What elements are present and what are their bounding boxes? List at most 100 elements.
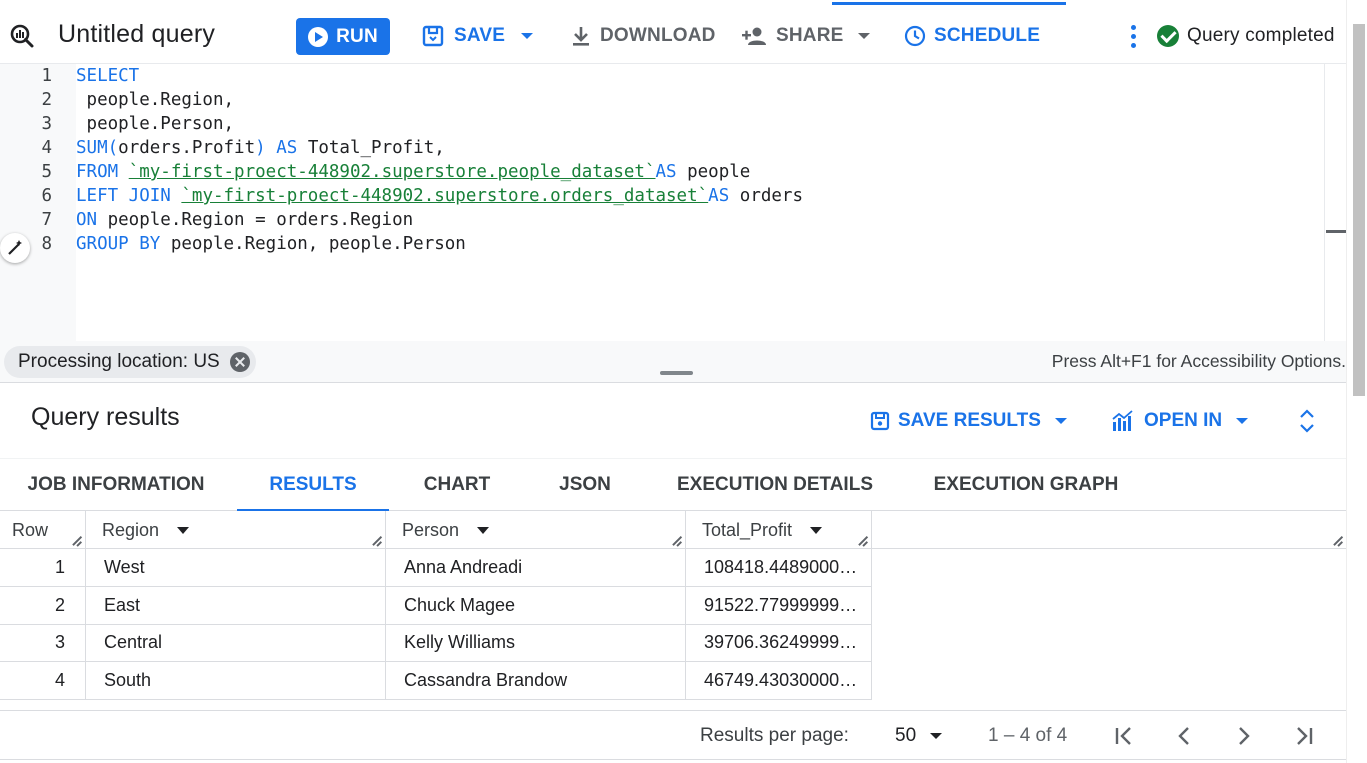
code-line: LEFT JOIN `my-first-proect-448902.supers… (76, 184, 804, 208)
chevron-down-icon (521, 33, 534, 39)
code-line: SUM(orders.Profit) AS Total_Profit, (76, 138, 445, 158)
more-options-button[interactable] (1124, 18, 1142, 54)
status-text: Query completed (1187, 25, 1335, 46)
save-results-label: SAVE RESULTS (898, 410, 1041, 431)
table-row[interactable]: 3 Central Kelly Williams 39706.36249999… (0, 624, 872, 662)
schedule-button[interactable]: SCHEDULE (904, 18, 1040, 54)
add-person-icon (742, 27, 766, 45)
results-per-page-label: Results per page: (700, 725, 849, 746)
results-tabs: JOB INFORMATION RESULTS CHART JSON EXECU… (0, 458, 1346, 512)
tab-json[interactable]: JSON (540, 459, 630, 511)
chevron-down-icon (930, 733, 943, 739)
more-vert-icon (1130, 24, 1136, 48)
last-page-button[interactable] (1291, 723, 1317, 749)
column-header-total-profit[interactable]: Total_Profit (686, 511, 872, 549)
sql-editor[interactable]: 1 2 3 4 5 6 7 8 SELECT people.Region, pe… (0, 64, 1346, 341)
table-row[interactable]: 4 South Cassandra Brandow 46749.43030000… (0, 662, 872, 700)
pagination-bar: Results per page: 50 1 – 4 of 4 (0, 710, 1346, 760)
next-page-button[interactable] (1231, 723, 1257, 749)
column-resize-icon[interactable] (71, 535, 81, 545)
accessibility-hint: Press Alt+F1 for Accessibility Options. (1051, 351, 1346, 371)
scrollbar-thumb[interactable] (1353, 24, 1365, 396)
column-resize-icon[interactable] (671, 535, 681, 545)
chevron-left-icon (1178, 727, 1189, 745)
code-line: people.Region, (76, 90, 235, 110)
chevron-down-icon (857, 33, 870, 39)
run-button[interactable]: RUN (296, 18, 390, 55)
code-line: FROM `my-first-proect-448902.superstore.… (76, 160, 751, 184)
open-in-button[interactable]: OPEN IN (1112, 404, 1249, 438)
unfold-icon (1300, 409, 1314, 433)
tab-results[interactable]: RESULTS (237, 459, 389, 512)
page-scrollbar[interactable] (1346, 0, 1367, 763)
column-header-person[interactable]: Person (386, 511, 686, 549)
check-circle-icon (1157, 25, 1179, 47)
editor-divider (1324, 64, 1325, 341)
processing-location-label: Processing location: US (18, 351, 220, 372)
last-page-icon (1297, 727, 1313, 745)
processing-location-chip[interactable]: Processing location: US (4, 346, 256, 378)
table-row[interactable]: 2 East Chuck Magee 91522.77999999… (0, 587, 872, 625)
code-line: people.Person, (76, 114, 235, 134)
download-button[interactable]: DOWNLOAD (570, 18, 716, 54)
code-line: SELECT (76, 66, 140, 86)
download-icon (573, 27, 589, 46)
line-number: 7 (41, 210, 52, 230)
schedule-indicator (832, 2, 1066, 5)
table-reference-link[interactable]: `my-first-proect-448902.superstore.order… (181, 184, 708, 208)
previous-page-button[interactable] (1171, 723, 1197, 749)
code-line: ON people.Region = orders.Region (76, 210, 414, 230)
code-area[interactable]: SELECT people.Region, people.Person, SUM… (76, 64, 1346, 341)
column-resize-icon[interactable] (371, 535, 381, 545)
results-title: Query results (31, 403, 180, 431)
download-label: DOWNLOAD (600, 25, 716, 46)
page-range: 1 – 4 of 4 (988, 725, 1068, 746)
schedule-label: SCHEDULE (934, 25, 1041, 46)
editor-scroll-marker (1326, 230, 1346, 233)
sort-menu-icon[interactable] (477, 526, 490, 534)
resize-handle[interactable] (660, 371, 693, 375)
table-row[interactable]: 1 West Anna Andreadi 108418.4489000… (0, 549, 872, 587)
close-icon[interactable] (229, 352, 250, 372)
expand-collapse-button[interactable] (1296, 404, 1318, 438)
sort-menu-icon[interactable] (177, 526, 190, 534)
first-page-button[interactable] (1111, 723, 1137, 749)
code-line: GROUP BY people.Region, people.Person (76, 234, 466, 254)
chevron-down-icon (1236, 418, 1249, 424)
table-reference-link[interactable]: `my-first-proect-448902.superstore.peopl… (129, 160, 656, 184)
query-title[interactable]: Untitled query (58, 16, 215, 52)
column-resize-icon[interactable] (857, 535, 867, 545)
clock-icon (904, 25, 926, 47)
tab-execution-graph[interactable]: EXECUTION GRAPH (922, 459, 1130, 511)
table-header: Row Region Person Total_Profit (0, 511, 1346, 549)
line-number: 5 (41, 162, 52, 182)
open-in-label: OPEN IN (1144, 410, 1223, 431)
tab-job-information[interactable]: JOB INFORMATION (12, 459, 220, 511)
first-page-icon (1115, 727, 1131, 745)
save-icon (422, 25, 444, 47)
column-header-region[interactable]: Region (86, 511, 386, 549)
query-icon (8, 18, 36, 54)
line-number: 4 (41, 138, 52, 158)
results-per-page-select[interactable]: 50 (895, 725, 943, 747)
magic-wand-icon[interactable] (0, 233, 30, 263)
play-icon (308, 26, 329, 47)
line-number: 1 (41, 66, 52, 86)
share-button[interactable]: SHARE (742, 18, 870, 54)
line-number: 2 (41, 90, 52, 110)
sort-menu-icon[interactable] (810, 526, 823, 534)
chevron-right-icon (1239, 727, 1250, 745)
processing-bar: Processing location: US Press Alt+F1 for… (0, 341, 1346, 383)
column-resize-icon[interactable] (1332, 535, 1342, 545)
share-label: SHARE (776, 25, 844, 46)
line-number: 3 (41, 114, 52, 134)
tab-chart[interactable]: CHART (410, 459, 504, 511)
chevron-down-icon (1054, 418, 1067, 424)
tab-execution-details[interactable]: EXECUTION DETAILS (666, 459, 884, 511)
save-icon (870, 411, 890, 431)
save-results-button[interactable]: SAVE RESULTS (870, 404, 1067, 438)
save-button[interactable]: SAVE (422, 18, 534, 54)
column-header-row[interactable]: Row (0, 511, 86, 549)
editor-gutter: 1 2 3 4 5 6 7 8 (0, 64, 76, 341)
save-label: SAVE (454, 25, 506, 46)
